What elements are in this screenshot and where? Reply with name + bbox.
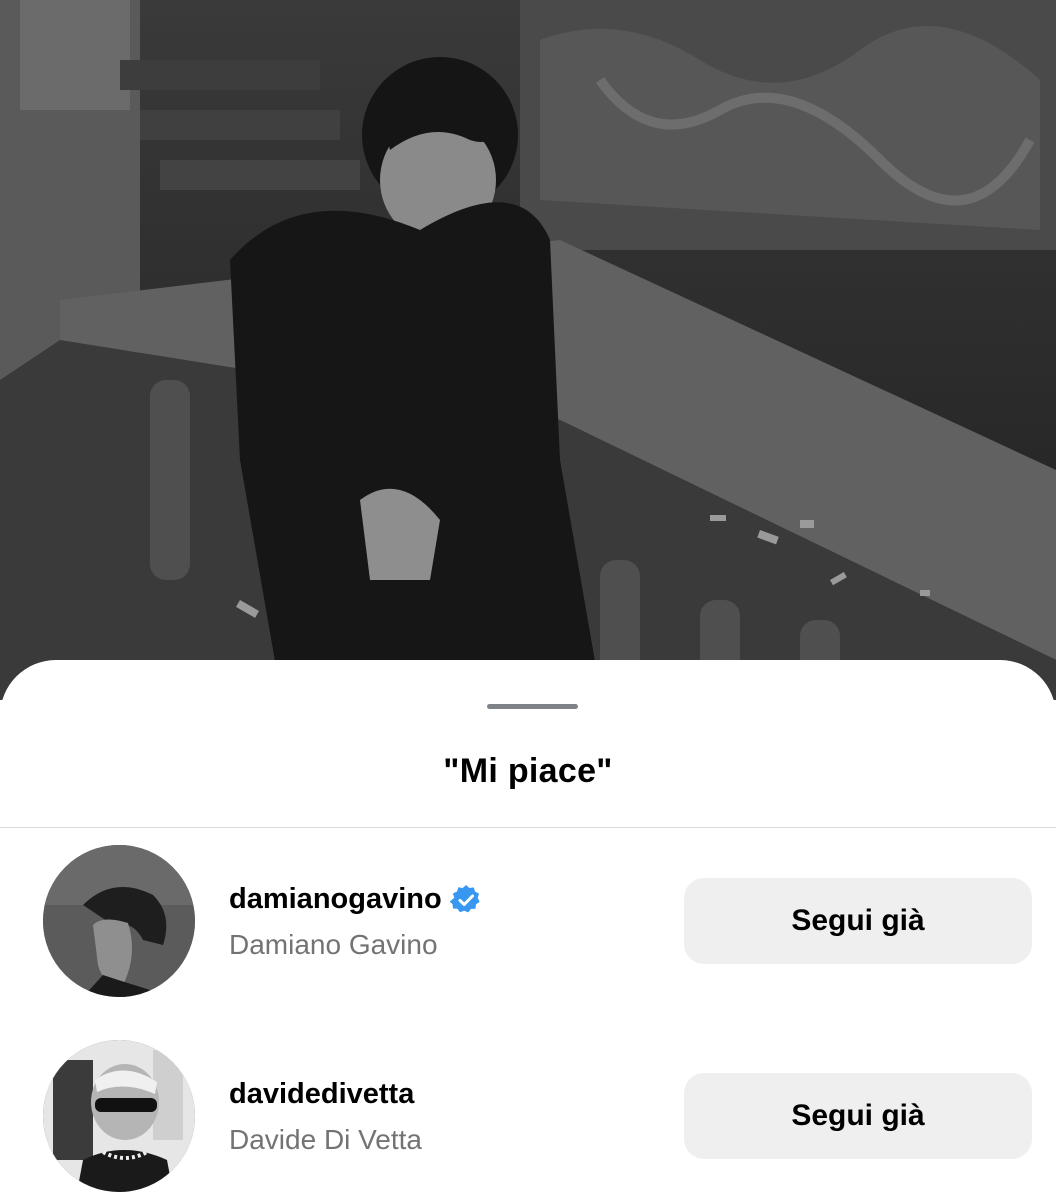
avatar-photo-icon [43,1040,195,1192]
avatar[interactable] [43,845,195,997]
avatar-photo-icon [43,845,195,997]
sheet-grabber[interactable] [487,704,578,709]
divider [0,827,1056,828]
likes-screen: "Mi piace" damianogavino Damiano Gavino … [0,0,1056,1200]
avatar[interactable] [43,1040,195,1192]
sheet-title: "Mi piace" [443,752,613,790]
full-name: Damiano Gavino [229,929,438,960]
following-button[interactable]: Segui già [684,878,1032,964]
username[interactable]: davidedivetta [229,1078,414,1111]
following-button[interactable]: Segui già [684,1073,1032,1159]
post-photo [0,0,1056,700]
username[interactable]: damianogavino [229,883,482,916]
likes-sheet: "Mi piace" damianogavino Damiano Gavino … [0,660,1056,1200]
list-item[interactable]: damianogavino Damiano Gavino Segui già [0,845,1056,997]
list-item[interactable]: davidedivetta Davide Di Vetta Segui già [0,1040,1056,1192]
full-name: Davide Di Vetta [229,1124,422,1155]
verified-badge-icon [449,884,482,916]
username-text: davidedivetta [229,1078,415,1110]
username-text: damianogavino [229,883,442,915]
